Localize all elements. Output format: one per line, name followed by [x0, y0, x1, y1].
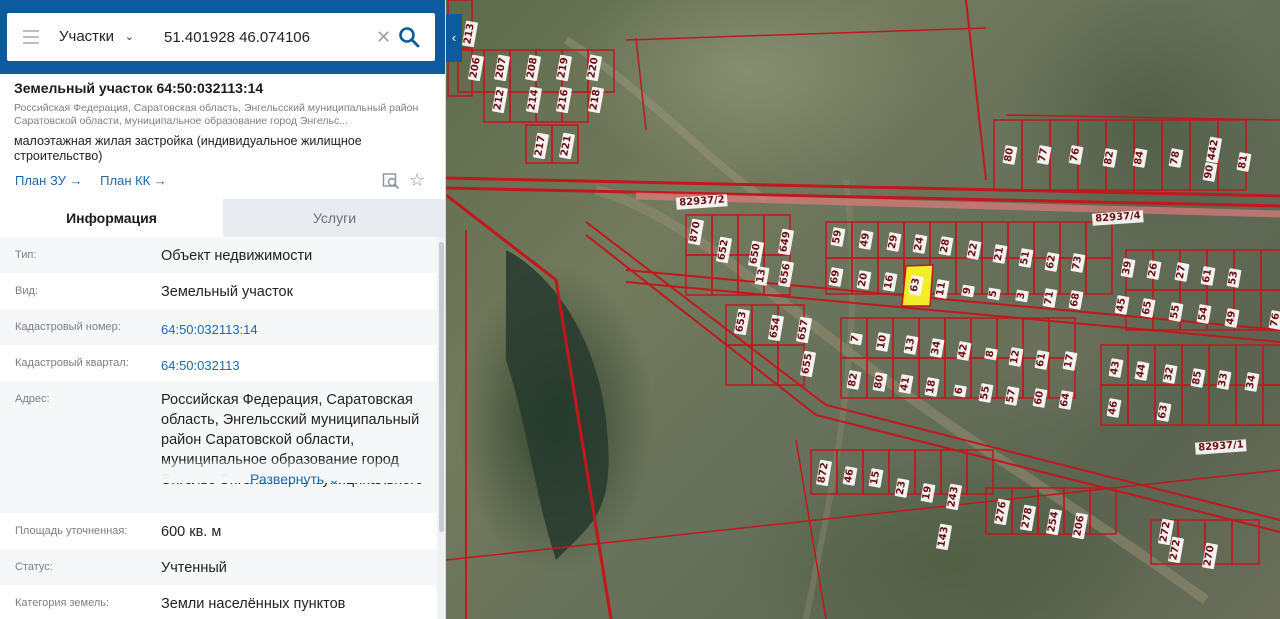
clear-icon[interactable]: ✕	[376, 27, 391, 47]
layer-select-label: Участки	[59, 28, 114, 45]
property-value: 600 кв. м	[161, 524, 222, 540]
properties-list: Тип: Объект недвижимости Вид: Земельный уча…	[0, 237, 437, 619]
property-key: Адрес:	[15, 393, 50, 405]
property-row: Кадастровый квартал: 64:50:032113	[0, 345, 437, 381]
property-value: Объект недвижимости	[161, 248, 313, 264]
star-icon[interactable]: ☆	[409, 170, 425, 190]
object-use: малоэтажная жилая застройка (индивидуаль…	[14, 134, 362, 163]
info-panel: Участки ⌄ ✕ Земельный участок 64:50:0321…	[0, 0, 446, 619]
plot-label[interactable]: 8	[984, 347, 998, 361]
plot-label[interactable]: 7	[849, 332, 863, 346]
property-value[interactable]: 64:50:032113:14	[161, 320, 431, 340]
property-value: Земли населённых пунктов	[161, 596, 346, 612]
property-key: Тип:	[15, 249, 37, 261]
property-value: Земельный участок	[161, 284, 293, 300]
scrollbar-thumb[interactable]	[439, 242, 444, 532]
property-key: Категория земель:	[15, 597, 110, 609]
plot-label[interactable]: 9	[961, 284, 975, 298]
map-view[interactable]: 213 206 207 208 219 220 212 214 216 218 217 221 80 77…	[446, 0, 1280, 619]
plan-zu-link[interactable]: План ЗУ →	[15, 173, 83, 188]
locate-on-map-icon[interactable]	[382, 172, 400, 190]
property-value: Учтенный	[161, 560, 227, 576]
layer-select[interactable]: Участки ⌄	[59, 13, 134, 61]
chevron-down-icon: ⌄	[124, 31, 134, 43]
plot-label[interactable]: 3	[1015, 289, 1029, 303]
plan-links: План ЗУ → План КК →	[15, 173, 181, 188]
menu-icon[interactable]	[23, 30, 39, 44]
property-row: Вид: Земельный участок	[0, 273, 437, 309]
property-key: Кадастровый номер:	[15, 321, 121, 333]
property-row: Кадастровый номер: 64:50:032113:14	[0, 309, 437, 345]
object-title: Земельный участок 64:50:032113:14	[14, 80, 264, 96]
object-address: Российская Федерация, Саратовская област…	[14, 102, 419, 127]
object-header: Земельный участок 64:50:032113:14 Россий…	[14, 80, 434, 164]
property-row: Площадь уточненная: 600 кв. м	[0, 513, 437, 549]
property-value[interactable]: 64:50:032113	[161, 356, 431, 376]
property-key: Статус:	[15, 561, 53, 573]
plot-label[interactable]: 5	[987, 287, 1001, 301]
expand-link[interactable]: Развернуть ⌄	[250, 471, 340, 488]
search-box: Участки ⌄ ✕	[7, 13, 435, 61]
collapse-panel-button[interactable]: ‹	[446, 14, 462, 62]
search-icon[interactable]	[398, 26, 420, 48]
property-row: Тип: Объект недвижимости	[0, 237, 437, 273]
plot-label[interactable]: 76	[1268, 310, 1280, 330]
property-key: Кадастровый квартал:	[15, 357, 129, 369]
plot-label[interactable]: 6	[953, 384, 967, 398]
tab-bar: Информация Услуги	[0, 199, 445, 237]
plan-kk-link[interactable]: План КК →	[100, 173, 167, 188]
property-key: Площадь уточненная:	[15, 525, 128, 537]
top-bar: Участки ⌄ ✕	[0, 0, 445, 74]
property-row: Статус: Учтенный	[0, 549, 437, 585]
property-key: Вид:	[15, 285, 38, 297]
property-row: Адрес: Российская Федерация, Саратовская …	[0, 381, 437, 513]
search-input[interactable]	[164, 25, 374, 49]
tab-services[interactable]: Услуги	[223, 199, 445, 237]
tab-info[interactable]: Информация	[0, 199, 223, 237]
property-row: Категория земель: Земли населённых пункто…	[0, 585, 437, 619]
